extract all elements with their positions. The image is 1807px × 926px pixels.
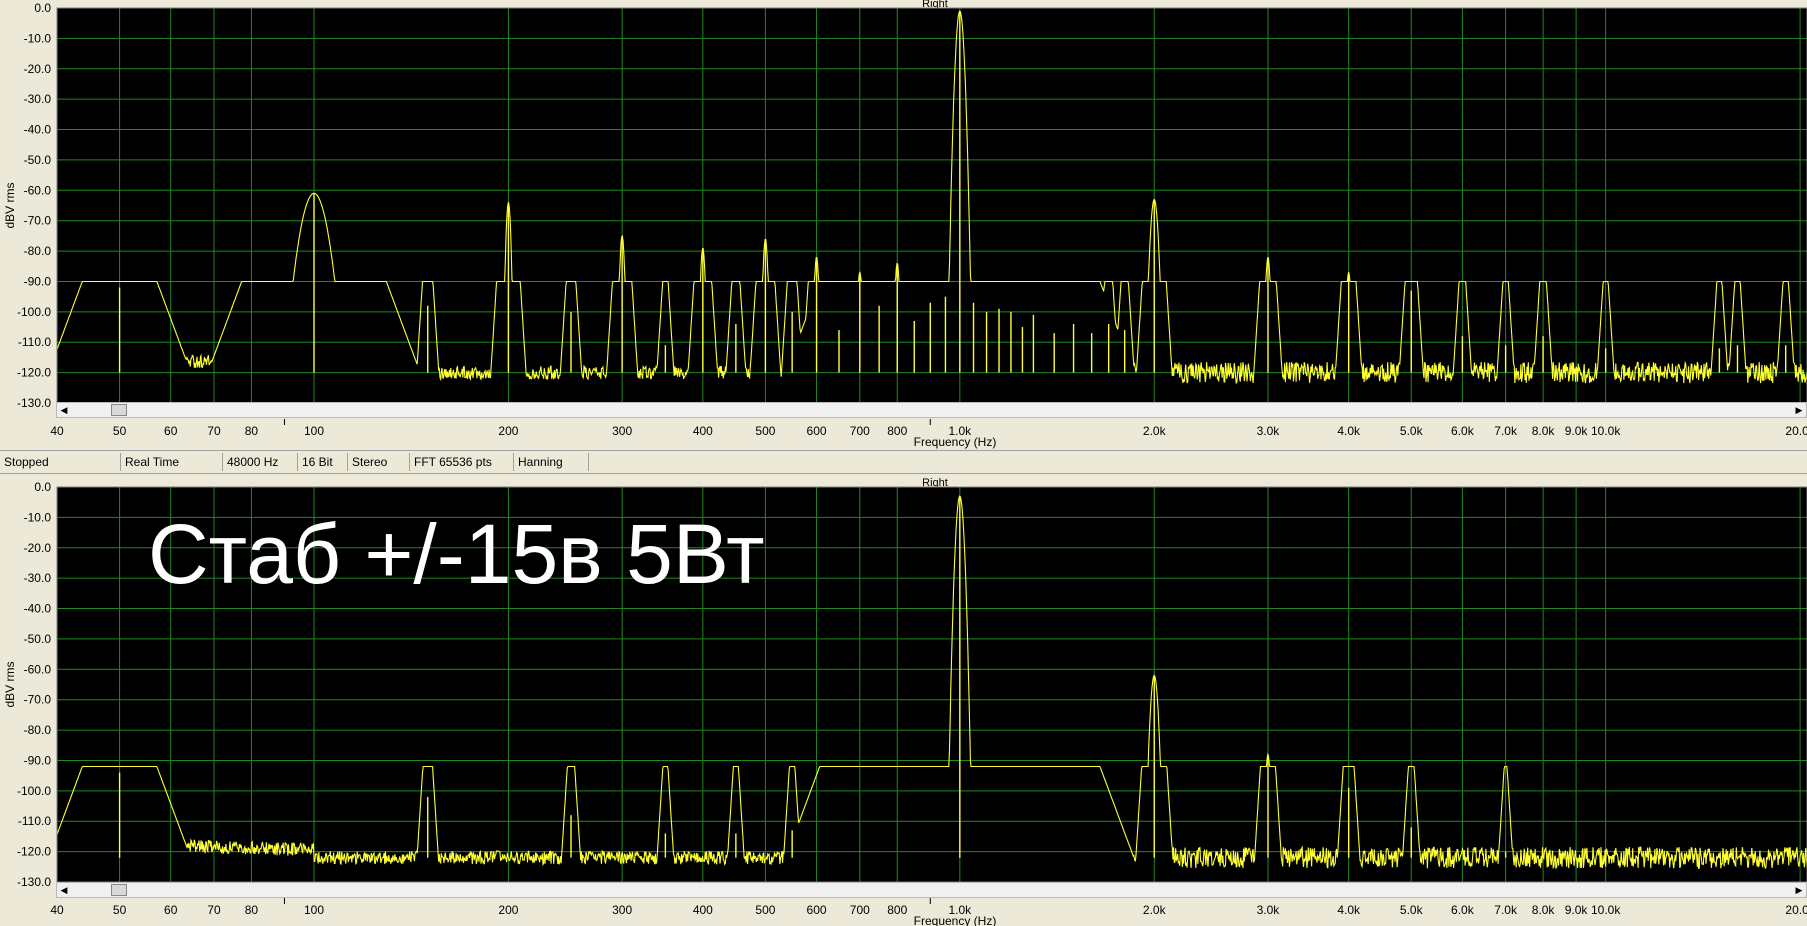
x-tick-label: 40 [50, 424, 64, 438]
x-tick-label: 6.0k [1451, 424, 1475, 438]
x-tick-label: 5.0k [1400, 903, 1424, 917]
x-tick-label: 70 [207, 903, 221, 917]
y-tick-label: -90.0 [24, 274, 52, 288]
y-tick-label: -100.0 [17, 305, 51, 319]
spectrum-analyzer-window: Right 0.0 -10.0 -20.0 -30.0 -40.0 -50.0 -60.0 -7… [0, 0, 1807, 926]
y-tick-label: -70.0 [24, 693, 52, 707]
x-tick-label: 9.0k [1565, 424, 1589, 438]
status-mode: Real Time [121, 453, 223, 471]
scroll-thumb[interactable] [111, 404, 127, 416]
y-tick-label: 0.0 [34, 1, 51, 15]
status-bits: 16 Bit [298, 453, 348, 471]
x-tick-label: 700 [850, 903, 870, 917]
y-tick-label: -40.0 [24, 602, 52, 616]
x-tick-label: 10.0k [1591, 424, 1621, 438]
x-axis-label: Frequency (Hz) [914, 914, 997, 926]
x-tick-label: 9.0k [1565, 903, 1589, 917]
x-tick-label: 4.0k [1337, 903, 1361, 917]
scroll-right-icon[interactable]: ▶ [1792, 883, 1806, 897]
status-window: Hanning [514, 453, 589, 471]
status-state: Stopped [0, 453, 121, 471]
y-tick-label: -120.0 [17, 366, 51, 380]
y-tick-label: -130.0 [17, 875, 51, 889]
y-tick-label: -20.0 [24, 541, 52, 555]
status-fft-size: FFT 65536 pts [410, 453, 514, 471]
x-tick-label: 50 [113, 424, 127, 438]
x-tick-label: 60 [164, 424, 178, 438]
y-tick-label: -80.0 [24, 723, 52, 737]
y-tick-label: -30.0 [24, 92, 52, 106]
x-tick-label: 100 [304, 903, 324, 917]
y-tick-label: -50.0 [24, 632, 52, 646]
top-horizontal-scrollbar[interactable]: ◀ ▶ [56, 402, 1807, 418]
x-tick-label: 3.0k [1257, 424, 1281, 438]
y-axis-label: dBV rms [3, 661, 17, 707]
x-tick-label: 80 [245, 903, 259, 917]
y-tick-label: -10.0 [24, 510, 52, 524]
x-tick-label: 400 [693, 424, 713, 438]
x-tick-label: 500 [755, 424, 775, 438]
x-tick-label: 600 [807, 424, 827, 438]
x-tick-label: 700 [850, 424, 870, 438]
x-tick-label: 8.0k [1532, 903, 1556, 917]
x-tick-label: 7.0k [1494, 424, 1518, 438]
x-tick-label: 60 [164, 903, 178, 917]
y-tick-label: -60.0 [24, 662, 52, 676]
y-tick-label: 0.0 [34, 480, 51, 494]
status-bar: Stopped Real Time 48000 Hz 16 Bit Stereo… [0, 450, 1807, 474]
x-tick-label: 6.0k [1451, 903, 1475, 917]
x-tick-label: 2.0k [1143, 903, 1167, 917]
x-tick-label: 70 [207, 424, 221, 438]
plot-area [57, 8, 1807, 403]
scroll-left-icon[interactable]: ◀ [57, 883, 71, 897]
scroll-right-icon[interactable]: ▶ [1792, 403, 1806, 417]
x-tick-label: 3.0k [1257, 903, 1281, 917]
y-tick-label: -20.0 [24, 62, 52, 76]
y-tick-label: -90.0 [24, 753, 52, 767]
x-tick-label: 600 [807, 903, 827, 917]
x-tick-label: 20.0k [1785, 424, 1807, 438]
y-tick-label: -10.0 [24, 31, 52, 45]
x-tick-label: 800 [887, 424, 907, 438]
x-tick-label: 200 [498, 903, 518, 917]
y-axis-label: dBV rms [3, 182, 17, 228]
y-tick-label: -120.0 [17, 845, 51, 859]
y-tick-label: -130.0 [17, 396, 51, 410]
scroll-thumb[interactable] [111, 884, 127, 896]
chart-panel-1: Right0.0-10.0-20.0-30.0-40.0-50.0-60.0-7… [3, 0, 1807, 449]
y-tick-label: -110.0 [18, 335, 51, 349]
y-tick-label: -50.0 [24, 153, 52, 167]
x-axis-label: Frequency (Hz) [914, 435, 997, 449]
x-tick-label: 800 [887, 903, 907, 917]
x-tick-label: 5.0k [1400, 424, 1424, 438]
x-tick-label: 80 [245, 424, 259, 438]
status-channels: Stereo [348, 453, 410, 471]
y-tick-label: -30.0 [24, 571, 52, 585]
x-tick-label: 300 [612, 424, 632, 438]
bottom-horizontal-scrollbar[interactable]: ◀ ▶ [56, 882, 1807, 898]
x-tick-label: 500 [755, 903, 775, 917]
x-tick-label: 10.0k [1591, 903, 1621, 917]
y-tick-label: -70.0 [24, 214, 52, 228]
y-tick-label: -110.0 [18, 814, 51, 828]
x-tick-label: 300 [612, 903, 632, 917]
x-tick-label: 400 [693, 903, 713, 917]
scroll-left-icon[interactable]: ◀ [57, 403, 71, 417]
x-tick-label: 2.0k [1143, 424, 1167, 438]
caption-overlay: Стаб +/-15в 5Вт [148, 507, 765, 601]
x-tick-label: 200 [498, 424, 518, 438]
y-tick-label: -40.0 [24, 123, 52, 137]
x-tick-label: 40 [50, 903, 64, 917]
x-tick-label: 50 [113, 903, 127, 917]
status-sample-rate: 48000 Hz [223, 453, 298, 471]
y-tick-label: -60.0 [24, 183, 52, 197]
x-tick-label: 100 [304, 424, 324, 438]
x-tick-label: 4.0k [1337, 424, 1361, 438]
y-tick-label: -100.0 [17, 784, 51, 798]
y-tick-label: -80.0 [24, 244, 52, 258]
x-tick-label: 7.0k [1494, 903, 1518, 917]
x-tick-label: 20.0k [1785, 903, 1807, 917]
x-tick-label: 8.0k [1532, 424, 1556, 438]
